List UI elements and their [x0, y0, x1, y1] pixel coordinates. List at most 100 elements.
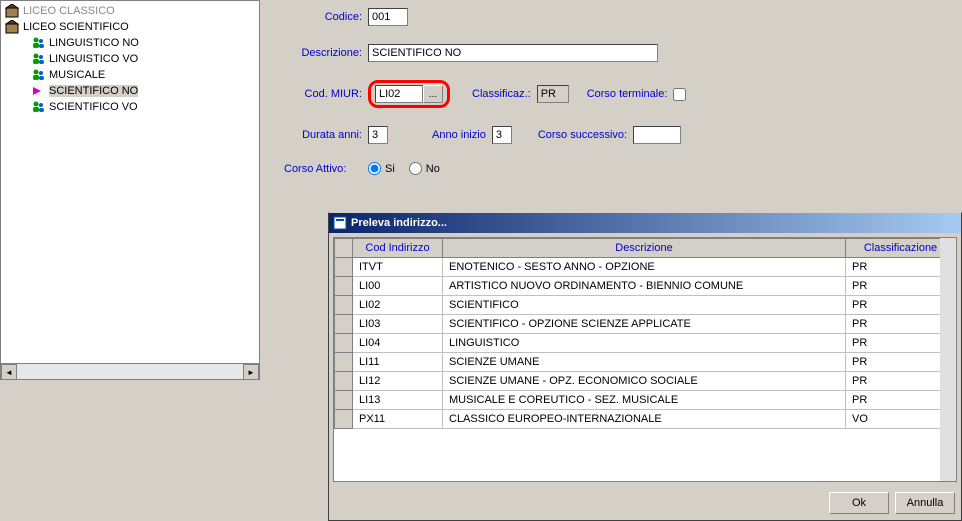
cell-class: PR	[846, 277, 956, 296]
table-row[interactable]: LI00ARTISTICO NUOVO ORDINAMENTO - BIENNI…	[335, 277, 956, 296]
ok-button[interactable]: Ok	[829, 492, 889, 514]
cod-miur-highlight: ...	[368, 80, 450, 108]
row-selector[interactable]	[335, 372, 353, 391]
corso-attivo-no-radio[interactable]	[409, 162, 422, 175]
person-icon	[31, 68, 45, 82]
cell-cod: ITVT	[353, 258, 443, 277]
col-descrizione[interactable]: Descrizione	[443, 239, 846, 258]
vertical-scrollbar[interactable]	[940, 238, 956, 481]
anno-inizio-input[interactable]	[492, 126, 512, 144]
descrizione-input[interactable]	[368, 44, 658, 62]
no-label: No	[426, 163, 440, 175]
corso-attivo-si-radio[interactable]	[368, 162, 381, 175]
cell-desc: CLASSICO EUROPEO-INTERNAZIONALE	[443, 410, 846, 429]
cell-desc: SCIENZE UMANE - OPZ. ECONOMICO SOCIALE	[443, 372, 846, 391]
cell-class: PR	[846, 353, 956, 372]
cell-cod: LI04	[353, 334, 443, 353]
col-classificazione[interactable]: Classificazione	[846, 239, 956, 258]
codice-label: Codice:	[284, 11, 362, 23]
tree-item-label: SCIENTIFICO VO	[49, 101, 138, 113]
cell-desc: SCIENZE UMANE	[443, 353, 846, 372]
tree-child-item[interactable]: SCIENTIFICO VO	[3, 99, 257, 115]
school-icon	[5, 20, 19, 34]
scroll-track[interactable]	[17, 364, 243, 379]
table-row[interactable]: LI04LINGUISTICOPR	[335, 334, 956, 353]
cod-miur-input[interactable]	[375, 85, 423, 103]
person-icon	[31, 36, 45, 50]
table-row[interactable]: LI12SCIENZE UMANE - OPZ. ECONOMICO SOCIA…	[335, 372, 956, 391]
preleva-indirizzo-dialog: Preleva indirizzo... Cod Indirizzo Descr…	[328, 212, 962, 521]
row-selector[interactable]	[335, 334, 353, 353]
corso-attivo-label: Corso Attivo:	[284, 163, 362, 175]
tree-item-label: MUSICALE	[49, 69, 105, 81]
classificaz-input	[537, 85, 569, 103]
row-header-col	[335, 239, 353, 258]
person-icon	[31, 100, 45, 114]
table-row[interactable]: LI03SCIENTIFICO - OPZIONE SCIENZE APPLIC…	[335, 315, 956, 334]
row-selector[interactable]	[335, 315, 353, 334]
cell-cod: PX11	[353, 410, 443, 429]
tree-item-label: LINGUISTICO NO	[49, 37, 139, 49]
cod-miur-browse-button[interactable]: ...	[423, 85, 443, 103]
tree-root-item[interactable]: LICEO SCIENTIFICO	[3, 19, 257, 35]
tree-child-item[interactable]: SCIENTIFICO NO	[3, 83, 257, 99]
row-selector[interactable]	[335, 277, 353, 296]
cell-desc: ARTISTICO NUOVO ORDINAMENTO - BIENNIO CO…	[443, 277, 846, 296]
dialog-button-bar: Ok Annulla	[329, 486, 961, 520]
row-selector[interactable]	[335, 296, 353, 315]
table-row[interactable]: LI13MUSICALE E COREUTICO - SEZ. MUSICALE…	[335, 391, 956, 410]
tree-label: LICEO CLASSICO	[23, 5, 115, 17]
tree: LICEO CLASSICO LICEO SCIENTIFICO LINGUIS…	[1, 1, 259, 117]
codice-input[interactable]	[368, 8, 408, 26]
anno-inizio-label: Anno inizio	[432, 129, 486, 141]
durata-anni-input[interactable]	[368, 126, 388, 144]
cell-cod: LI11	[353, 353, 443, 372]
corso-successivo-label: Corso successivo:	[538, 129, 627, 141]
cell-cod: LI00	[353, 277, 443, 296]
cell-desc: LINGUISTICO	[443, 334, 846, 353]
corso-terminale-checkbox[interactable]	[673, 88, 686, 101]
scroll-right-button[interactable]: ►	[243, 364, 259, 380]
tree-panel: LICEO CLASSICO LICEO SCIENTIFICO LINGUIS…	[0, 0, 260, 380]
row-selector[interactable]	[335, 353, 353, 372]
corso-terminale-label: Corso terminale:	[587, 88, 668, 100]
cell-desc: ENOTENICO - SESTO ANNO - OPZIONE	[443, 258, 846, 277]
scroll-left-button[interactable]: ◄	[1, 364, 17, 380]
cell-class: PR	[846, 296, 956, 315]
tree-root-item[interactable]: LICEO CLASSICO	[3, 3, 257, 19]
table-row[interactable]: ITVTENOTENICO - SESTO ANNO - OPZIONEPR	[335, 258, 956, 277]
annulla-button[interactable]: Annulla	[895, 492, 955, 514]
dialog-titlebar[interactable]: Preleva indirizzo...	[329, 213, 961, 233]
horizontal-scrollbar[interactable]: ◄ ►	[1, 363, 259, 379]
tree-child-item[interactable]: MUSICALE	[3, 67, 257, 83]
cell-class: PR	[846, 258, 956, 277]
row-selector[interactable]	[335, 258, 353, 277]
row-selector[interactable]	[335, 410, 353, 429]
tree-item-label: SCIENTIFICO NO	[49, 85, 138, 97]
cell-class: PR	[846, 334, 956, 353]
indirizzi-table: Cod Indirizzo Descrizione Classificazion…	[334, 238, 956, 429]
cell-class: PR	[846, 372, 956, 391]
cell-desc: SCIENTIFICO	[443, 296, 846, 315]
form-panel: Codice: Descrizione: Cod. MIUR: ... Clas…	[264, 0, 962, 200]
descrizione-label: Descrizione:	[284, 47, 362, 59]
tree-child-item[interactable]: LINGUISTICO NO	[3, 35, 257, 51]
table-row[interactable]: PX11CLASSICO EUROPEO-INTERNAZIONALEVO	[335, 410, 956, 429]
dialog-title: Preleva indirizzo...	[351, 217, 447, 229]
cell-desc: SCIENTIFICO - OPZIONE SCIENZE APPLICATE	[443, 315, 846, 334]
table-row[interactable]: LI02SCIENTIFICOPR	[335, 296, 956, 315]
col-cod-indirizzo[interactable]: Cod Indirizzo	[353, 239, 443, 258]
classificaz-label: Classificaz.:	[472, 88, 531, 100]
grid-container: Cod Indirizzo Descrizione Classificazion…	[333, 237, 957, 482]
school-icon	[5, 4, 19, 18]
cell-class: VO	[846, 410, 956, 429]
cell-class: PR	[846, 391, 956, 410]
row-selector[interactable]	[335, 391, 353, 410]
tree-child-item[interactable]: LINGUISTICO VO	[3, 51, 257, 67]
durata-anni-label: Durata anni:	[284, 129, 362, 141]
table-row[interactable]: LI11SCIENZE UMANEPR	[335, 353, 956, 372]
cell-class: PR	[846, 315, 956, 334]
cell-cod: LI02	[353, 296, 443, 315]
corso-successivo-input[interactable]	[633, 126, 681, 144]
cell-cod: LI13	[353, 391, 443, 410]
